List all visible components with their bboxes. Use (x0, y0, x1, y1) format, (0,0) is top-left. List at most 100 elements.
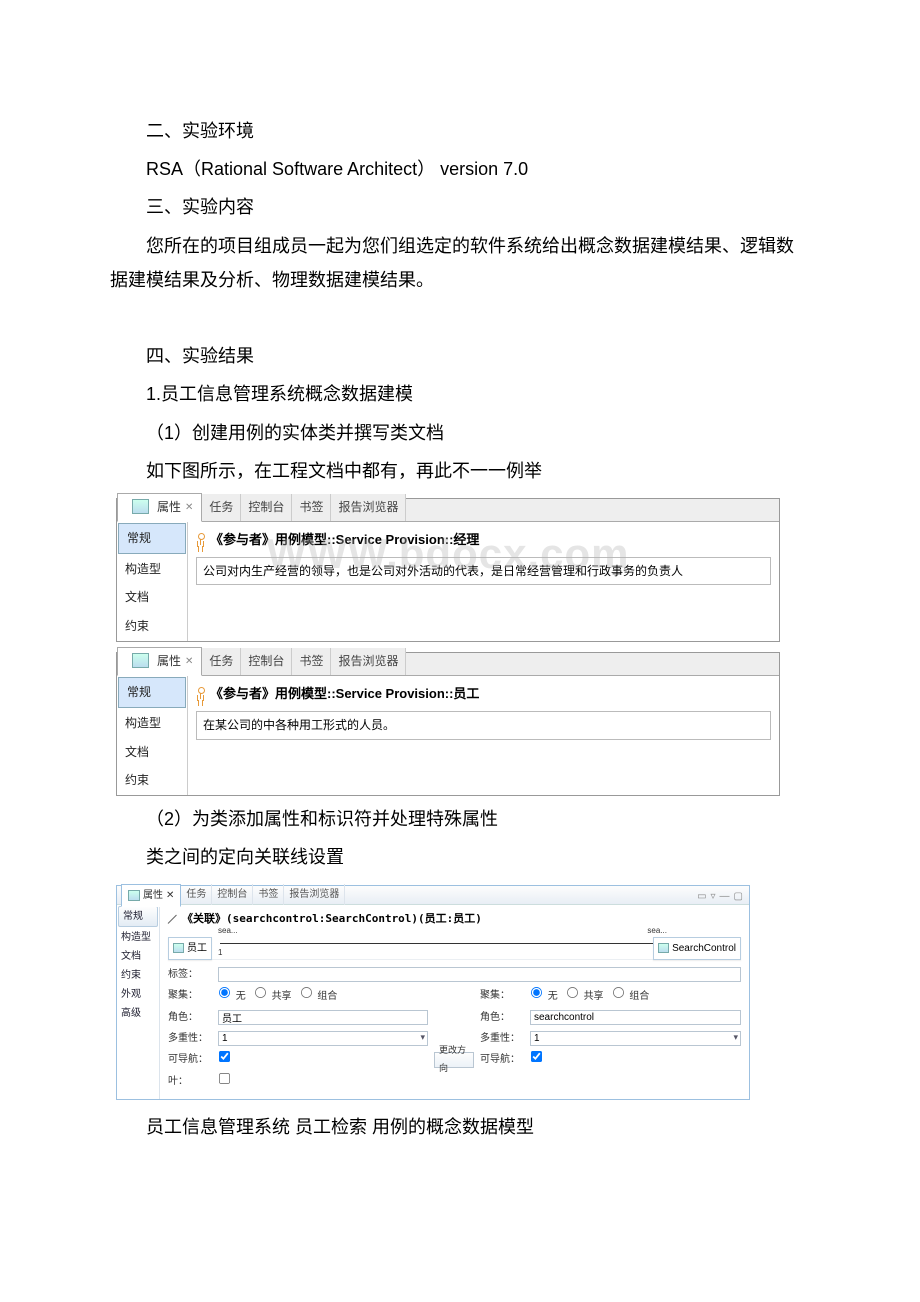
tab-bookmarks[interactable]: 书签 (292, 494, 331, 521)
footer-caption: 员工信息管理系统 员工检索 用例的概念数据模型 (110, 1110, 810, 1144)
label-label: 标签： (168, 965, 212, 984)
toolbar-icon[interactable]: ▭ (697, 887, 706, 906)
mult-a-input[interactable] (218, 1031, 428, 1046)
section-4-1-1-body: 如下图所示，在工程文档中都有，再此不一一例举 (110, 454, 810, 488)
section-4-1-2-body: 类之间的定向关联线设置 (110, 840, 810, 874)
side-doc[interactable]: 文档 (117, 583, 187, 612)
class-icon (173, 943, 184, 953)
section-4-1: 1.员工信息管理系统概念数据建模 (110, 377, 810, 411)
toolbar-icon[interactable]: ▿ (711, 887, 716, 906)
tab-properties[interactable]: 属性 ✕ (117, 647, 202, 676)
side-constraint[interactable]: 约束 (117, 612, 187, 641)
tab-console[interactable]: 控制台 (212, 884, 253, 905)
tab-tasks[interactable]: 任务 (202, 494, 241, 521)
radio-none-b[interactable]: 无 (530, 986, 558, 1006)
section-4-1-2: （2）为类添加属性和标识符并处理特殊属性 (110, 802, 810, 836)
properties-icon (128, 890, 140, 901)
element-desc[interactable]: 公司对内生产经营的领导，也是公司对外活动的代表，是日常经营管理和行政事务的负责人 (196, 557, 771, 586)
nav-a-checkbox[interactable] (219, 1050, 230, 1061)
tab-console[interactable]: 控制台 (241, 494, 292, 521)
side-stereotype[interactable]: 构造型 (117, 555, 187, 584)
role-b-input[interactable] (530, 1010, 741, 1025)
association-icon (168, 914, 178, 924)
tab-properties[interactable]: 属性 ✕ (121, 884, 181, 907)
end-b-label: SearchControl (672, 939, 736, 958)
label-mult-b: 多重性： (480, 1029, 524, 1048)
tab-properties[interactable]: 属性 ✕ (117, 493, 202, 522)
nav-b-checkbox[interactable] (531, 1050, 542, 1061)
label-role-b: 角色： (480, 1008, 524, 1027)
tab-bookmarks[interactable]: 书签 (292, 648, 331, 675)
side-constraint[interactable]: 约束 (117, 766, 187, 795)
radio-none-a[interactable]: 无 (218, 986, 246, 1006)
side-constraint[interactable]: 约束 (117, 966, 159, 985)
tab-report-browser[interactable]: 报告浏览器 (284, 884, 345, 905)
side-general[interactable]: 常规 (118, 677, 186, 708)
label-nav-a: 可导航： (168, 1050, 212, 1069)
minimize-icon[interactable]: — (720, 887, 730, 906)
side-doc[interactable]: 文档 (117, 738, 187, 767)
close-icon[interactable]: ✕ (166, 886, 174, 905)
end-a-label: 员工 (187, 939, 207, 958)
element-title: 《参与者》用例模型::Service Provision::经理 (210, 528, 479, 553)
properties-icon (132, 653, 149, 668)
association-end-a[interactable]: 员工 (168, 937, 212, 960)
label-input[interactable] (218, 967, 741, 982)
label-aggregation-b: 聚集： (480, 986, 524, 1005)
end-a-sea: sea... (218, 923, 238, 938)
change-direction-button[interactable]: 更改方向 (434, 1052, 474, 1068)
side-stereotype[interactable]: 构造型 (117, 928, 159, 947)
tab-tasks[interactable]: 任务 (181, 884, 212, 905)
section-3-body: 您所在的项目组成员一起为您们组选定的软件系统给出概念数据建模结果、逻辑数据建模结… (110, 229, 810, 297)
side-doc[interactable]: 文档 (117, 947, 159, 966)
tab-report-browser[interactable]: 报告浏览器 (331, 648, 406, 675)
class-icon (658, 943, 669, 953)
tab-tasks[interactable]: 任务 (202, 648, 241, 675)
radio-shared-a[interactable]: 共享 (254, 986, 292, 1006)
section-2-title: 二、实验环境 (110, 114, 810, 148)
association-end-b[interactable]: SearchControl (653, 937, 741, 960)
properties-panel-manager: 属性 ✕ 任务 控制台 书签 报告浏览器 常规 构造型 文档 约束 《参与者》用… (116, 498, 780, 642)
actor-icon (196, 687, 206, 701)
properties-icon (132, 499, 149, 514)
end-b-sea: sea... (647, 923, 667, 938)
tab-properties-label: 属性 (157, 650, 181, 673)
label-nav-b: 可导航： (480, 1050, 524, 1069)
tab-console[interactable]: 控制台 (241, 648, 292, 675)
section-4-title: 四、实验结果 (110, 339, 810, 373)
side-advanced[interactable]: 高级 (117, 1004, 159, 1023)
close-icon[interactable]: ✕ (185, 498, 193, 517)
side-general[interactable]: 常规 (118, 906, 158, 927)
tab-properties-label: 属性 (157, 496, 181, 519)
section-3-title: 三、实验内容 (110, 190, 810, 224)
tab-report-browser[interactable]: 报告浏览器 (331, 494, 406, 521)
radio-shared-b[interactable]: 共享 (566, 986, 604, 1006)
tab-bookmarks[interactable]: 书签 (253, 884, 284, 905)
section-2-body: RSA（Rational Software Architect） version… (110, 152, 810, 186)
properties-panel-employee: 属性 ✕ 任务 控制台 书签 报告浏览器 常规 构造型 文档 约束 《参与者》用… (116, 652, 780, 796)
panel-tabbar: 属性 ✕ 任务 控制台 书签 报告浏览器 (117, 498, 779, 522)
close-icon[interactable]: ✕ (185, 652, 193, 671)
label-mult-a: 多重性： (168, 1029, 212, 1048)
side-tabs: 常规 构造型 文档 约束 (117, 522, 188, 641)
label-leaf: 叶： (168, 1072, 212, 1091)
side-stereotype[interactable]: 构造型 (117, 709, 187, 738)
side-general[interactable]: 常规 (118, 523, 186, 554)
tab-properties-label: 属性 (143, 886, 163, 905)
radio-composite-b[interactable]: 组合 (612, 986, 650, 1006)
side-appearance[interactable]: 外观 (117, 985, 159, 1004)
leaf-checkbox[interactable] (219, 1072, 230, 1083)
association-line: sea... 1 sea... 1 (220, 931, 665, 944)
actor-icon (196, 533, 206, 547)
element-title: 《参与者》用例模型::Service Provision::员工 (210, 682, 479, 707)
element-desc[interactable]: 在某公司的中各种用工形式的人员。 (196, 711, 771, 740)
mult-b-input[interactable] (530, 1031, 741, 1046)
maximize-icon[interactable]: ▢ (734, 887, 743, 906)
properties-panel-association: 属性 ✕ 任务 控制台 书签 报告浏览器 ▭ ▿ — ▢ 常规 构造型 文档 约… (116, 885, 750, 1100)
label-role-a: 角色： (168, 1008, 212, 1027)
section-4-1-1: （1）创建用例的实体类并撰写类文档 (110, 416, 810, 450)
label-aggregation-a: 聚集： (168, 986, 212, 1005)
role-a-input[interactable] (218, 1010, 428, 1025)
radio-composite-a[interactable]: 组合 (300, 986, 338, 1006)
end-a-mult-label: 1 (218, 945, 222, 960)
